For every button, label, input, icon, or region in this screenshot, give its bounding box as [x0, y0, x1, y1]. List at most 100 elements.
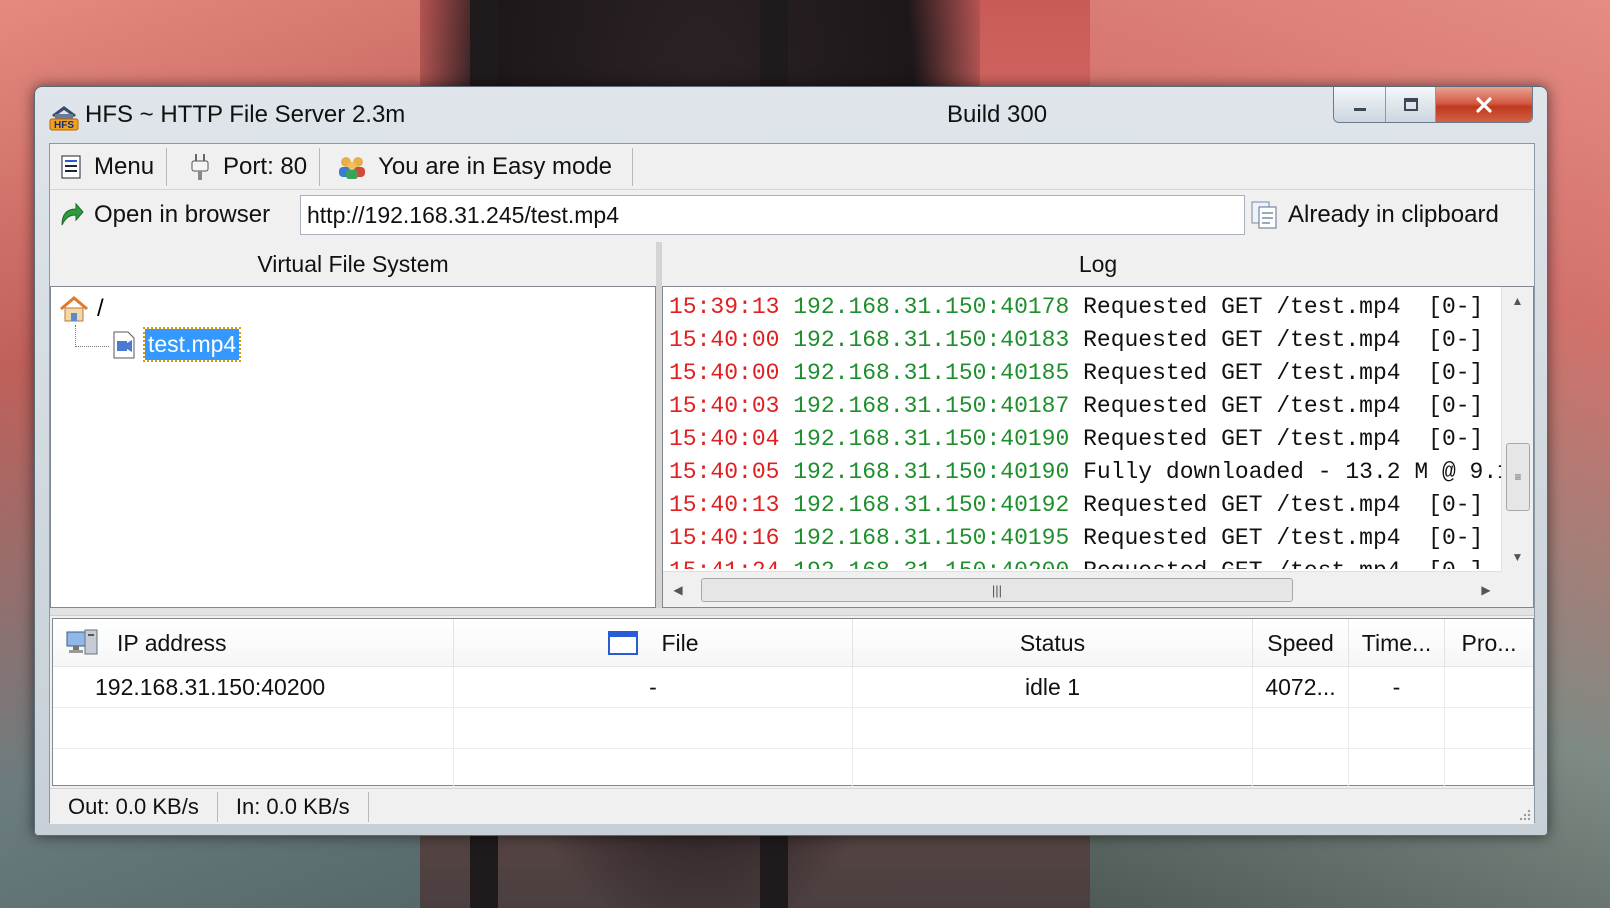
url-toolbar: Open in browser Already in clipboard: [50, 191, 1534, 239]
scrollbar-corner: [1501, 571, 1533, 607]
cell-status: idle 1: [853, 667, 1253, 708]
column-file-label: File: [661, 629, 699, 656]
log-time: 15:40:00: [669, 327, 780, 353]
window-icon: [608, 631, 639, 655]
log-message: Requested GET /test.mp4 [0-]: [1083, 558, 1483, 569]
port-button[interactable]: Port: 80: [167, 147, 321, 186]
clipboard-label: Already in clipboard: [1288, 201, 1499, 228]
close-icon: [1476, 97, 1492, 113]
url-field[interactable]: [300, 195, 1245, 235]
log-line: 15:40:04 192.168.31.150:40190 Requested …: [669, 423, 1501, 456]
empty-row: [53, 749, 1533, 790]
plug-icon: [187, 153, 213, 180]
column-speed[interactable]: Speed: [1253, 619, 1349, 667]
open-in-browser-button[interactable]: Open in browser: [50, 201, 300, 229]
empty-cell: [853, 749, 1253, 790]
empty-row: [53, 708, 1533, 749]
empty-cell: [53, 708, 454, 749]
log-line: 15:40:03 192.168.31.150:40187 Requested …: [669, 390, 1501, 423]
log-message: Fully downloaded - 13.2 M @ 9.1: [1083, 459, 1501, 485]
log-vertical-scrollbar[interactable]: ▲ ≡ ▼: [1501, 287, 1533, 571]
cell-progress: [1445, 667, 1533, 708]
log-lines: 15:39:13 192.168.31.150:40178 Requested …: [669, 291, 1501, 569]
vfs-tree[interactable]: / test.mp4: [50, 286, 656, 608]
media-file-icon: [113, 331, 135, 358]
mode-button[interactable]: You are in Easy mode: [320, 147, 634, 186]
port-label: Port: 80: [223, 152, 308, 180]
scroll-down-arrow[interactable]: ▼: [1502, 543, 1533, 571]
title-bar[interactable]: HFS HFS ~ HTTP File Server 2.3m Build 30…: [35, 87, 1547, 143]
empty-cell: [53, 749, 454, 790]
empty-cell: [1349, 749, 1445, 790]
log-line: 15:40:16 192.168.31.150:40195 Requested …: [669, 522, 1501, 555]
vfs-header: Virtual File System: [257, 250, 449, 277]
network-computer-icon: [66, 629, 98, 655]
menu-icon: [58, 154, 84, 180]
cell-file: -: [454, 667, 853, 708]
column-time[interactable]: Time...: [1349, 619, 1445, 667]
clipboard-button[interactable]: Already in clipboard: [1250, 195, 1499, 235]
tree-root-item[interactable]: /: [59, 295, 104, 323]
out-speed: Out: 0.0 KB/s: [50, 791, 218, 822]
connection-row[interactable]: 192.168.31.150:40200 - idle 1 4072... -: [53, 667, 1533, 708]
scroll-right-arrow[interactable]: ▶: [1471, 572, 1501, 607]
log-message: Requested GET /test.mp4 [0-]: [1083, 360, 1484, 386]
green-arrow-icon: [58, 201, 84, 229]
horizontal-splitter[interactable]: [50, 608, 1534, 616]
log-time: 15:39:13: [669, 294, 780, 320]
log-message: Requested GET /test.mp4 [0-]: [1083, 426, 1484, 452]
home-icon: [60, 296, 88, 322]
log-ip: 192.168.31.150:40183: [793, 327, 1070, 353]
horizontal-scroll-thumb[interactable]: |||: [701, 578, 1293, 602]
empty-cell: [1445, 708, 1533, 749]
log-panel: Log 15:39:13 192.168.31.150:40178 Reques…: [662, 242, 1534, 608]
in-speed: In: 0.0 KB/s: [218, 791, 369, 822]
empty-cell: [1253, 749, 1349, 790]
minimize-button[interactable]: [1334, 87, 1386, 122]
users-icon: [336, 154, 368, 180]
log-ip: 192.168.31.150:40195: [793, 525, 1070, 551]
log-ip: 192.168.31.150:40187: [793, 393, 1070, 419]
column-ip-address[interactable]: IP address: [53, 619, 454, 667]
column-status[interactable]: Status: [853, 619, 1253, 667]
scroll-left-arrow[interactable]: ◀: [663, 572, 693, 607]
scroll-up-arrow[interactable]: ▲: [1502, 287, 1533, 315]
log-time: 15:40:04: [669, 426, 780, 452]
hfs-logo-icon: HFS: [49, 106, 79, 131]
log-message: Requested GET /test.mp4 [0-]: [1083, 525, 1484, 551]
log-ip: 192.168.31.150:40192: [793, 492, 1070, 518]
log-time: 15:40:16: [669, 525, 780, 551]
log-ip: 192.168.31.150:40200: [793, 558, 1069, 569]
maximize-icon: [1403, 98, 1418, 111]
tree-connector: [75, 325, 109, 347]
column-ip-label: IP address: [117, 629, 227, 656]
tree-file-item[interactable]: test.mp4: [111, 327, 242, 362]
log-horizontal-scrollbar[interactable]: ◀ ||| ▶: [663, 571, 1501, 607]
empty-cell: [454, 708, 853, 749]
log-line: 15:40:00 192.168.31.150:40183 Requested …: [669, 324, 1501, 357]
empty-cell: [1253, 708, 1349, 749]
log-line: 15:39:13 192.168.31.150:40178 Requested …: [669, 291, 1501, 324]
menu-label: Menu: [94, 152, 155, 180]
log-time: 15:40:03: [669, 393, 780, 419]
log-time: 15:41:24: [669, 558, 779, 569]
minimize-icon: [1353, 108, 1366, 111]
resize-grip-icon[interactable]: [1518, 808, 1532, 822]
log-line: 15:40:05 192.168.31.150:40190 Fully down…: [669, 456, 1501, 489]
build-label: Build 300: [947, 101, 1048, 128]
log-ip: 192.168.31.150:40190: [793, 459, 1070, 485]
log-message: Requested GET /test.mp4 [0-]: [1083, 393, 1484, 419]
column-progress[interactable]: Pro...: [1445, 619, 1533, 667]
log-view[interactable]: 15:39:13 192.168.31.150:40178 Requested …: [662, 286, 1534, 608]
column-file[interactable]: File: [454, 619, 853, 667]
log-time: 15:40:13: [669, 492, 780, 518]
connections-list[interactable]: IP address File Status Speed Time... Pro…: [52, 618, 1534, 790]
close-button[interactable]: [1436, 87, 1532, 122]
log-message: Requested GET /test.mp4 [0-]: [1083, 492, 1484, 518]
menu-button[interactable]: Menu: [50, 147, 168, 186]
vertical-scroll-thumb[interactable]: ≡: [1506, 443, 1530, 511]
log-message: Requested GET /test.mp4 [0-]: [1083, 294, 1484, 320]
maximize-button[interactable]: [1386, 87, 1436, 122]
svg-text:HFS: HFS: [54, 120, 74, 131]
empty-cell: [454, 749, 853, 790]
